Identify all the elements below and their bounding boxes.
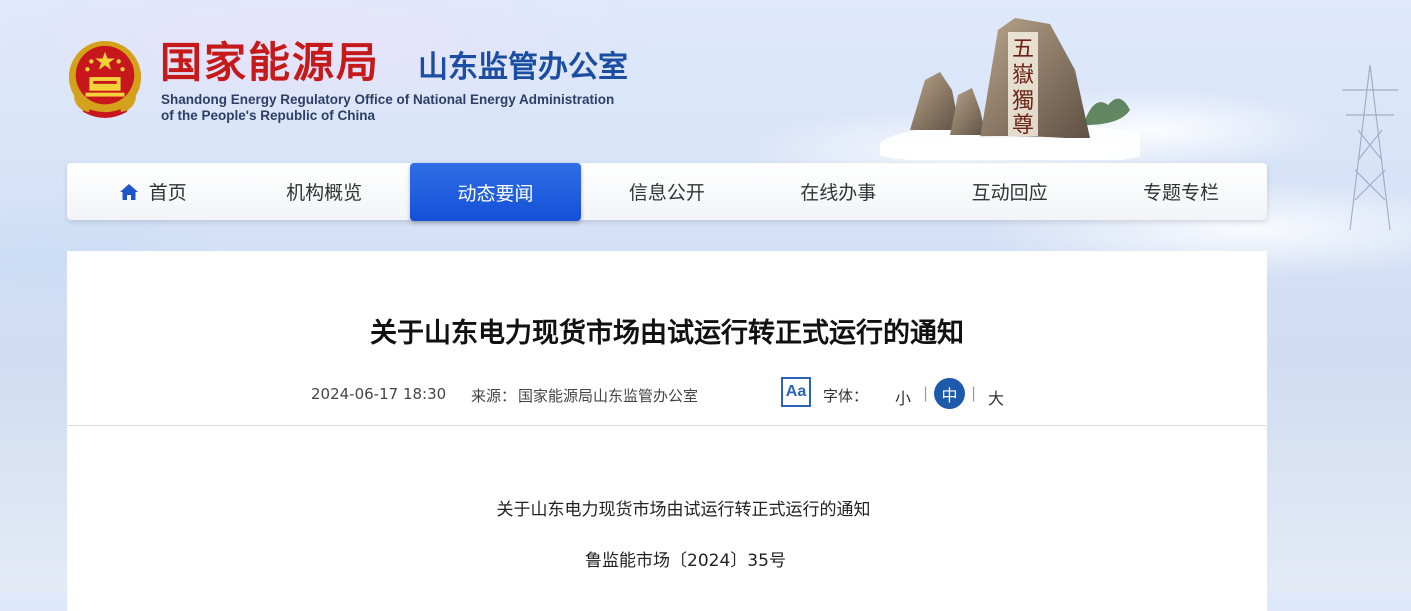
source-label: 来源：: [471, 387, 517, 405]
mountain-inscription: 五: [1012, 37, 1034, 62]
nav-item-label: 首页: [148, 182, 187, 204]
nav-item-interaction[interactable]: 互动回应: [924, 163, 1095, 220]
nav-item-label: 互动回应: [971, 182, 1048, 204]
site-title-english-line1: Shandong Energy Regulatory Office of Nat…: [161, 92, 615, 107]
article-body-title: 关于山东电力现货市场由试运行转正式运行的通知: [496, 500, 871, 520]
nav-item-special-topics[interactable]: 专题专栏: [1095, 163, 1266, 220]
home-icon: [119, 183, 138, 200]
site-title-english-line2: of the People's Republic of China: [161, 108, 375, 123]
site-subtitle: 山东监管办公室: [418, 50, 628, 85]
nav-item-news[interactable]: 动态要闻: [409, 163, 582, 221]
nav-item-information-disclosure[interactable]: 信息公开: [581, 163, 752, 220]
font-size-label: 字体：: [823, 387, 869, 405]
nav-item-label: 动态要闻: [457, 182, 534, 205]
article-title: 关于山东电力现货市场由试运行转正式运行的通知: [370, 318, 964, 349]
nav-item-label: 在线办事: [800, 182, 877, 204]
nav-item-online-services[interactable]: 在线办事: [753, 163, 924, 220]
svg-text:尊: 尊: [1012, 113, 1034, 138]
font-size-separator: |: [923, 384, 929, 402]
divider: [67, 425, 1267, 426]
mount-tai-rock-image: 五 嶽 獨 尊: [880, 18, 1140, 160]
svg-text:嶽: 嶽: [1012, 63, 1034, 88]
font-size-icon: Aa: [781, 377, 811, 407]
national-emblem-icon: [68, 40, 142, 118]
nav-item-label: 专题专栏: [1143, 182, 1220, 204]
source-name: 国家能源局山东监管办公室: [518, 387, 699, 405]
font-size-separator: |: [971, 384, 977, 402]
font-size-large-button[interactable]: 大: [988, 385, 1004, 409]
site-title: 国家能源局: [160, 38, 381, 87]
nav-item-organization-overview[interactable]: 机构概览: [238, 163, 409, 220]
document-number: 鲁监能市场〔2024〕35号: [585, 551, 786, 571]
svg-text:獨: 獨: [1012, 89, 1034, 114]
main-navigation: 首页 机构概览 动态要闻 信息公开 在线办事 互动回应 专题专栏: [67, 163, 1267, 221]
power-pylon-image: [1342, 64, 1398, 230]
publish-date: 2024-06-17 18:30: [311, 385, 447, 403]
font-size-small-button[interactable]: 小: [895, 385, 911, 409]
article-panel: 关于山东电力现货市场由试运行转正式运行的通知 2024-06-17 18:30 …: [67, 251, 1267, 611]
nav-item-label: 机构概览: [286, 182, 363, 204]
font-size-medium-button[interactable]: 中: [934, 378, 965, 409]
nav-item-home[interactable]: 首页: [67, 163, 238, 220]
nav-item-label: 信息公开: [628, 182, 705, 204]
